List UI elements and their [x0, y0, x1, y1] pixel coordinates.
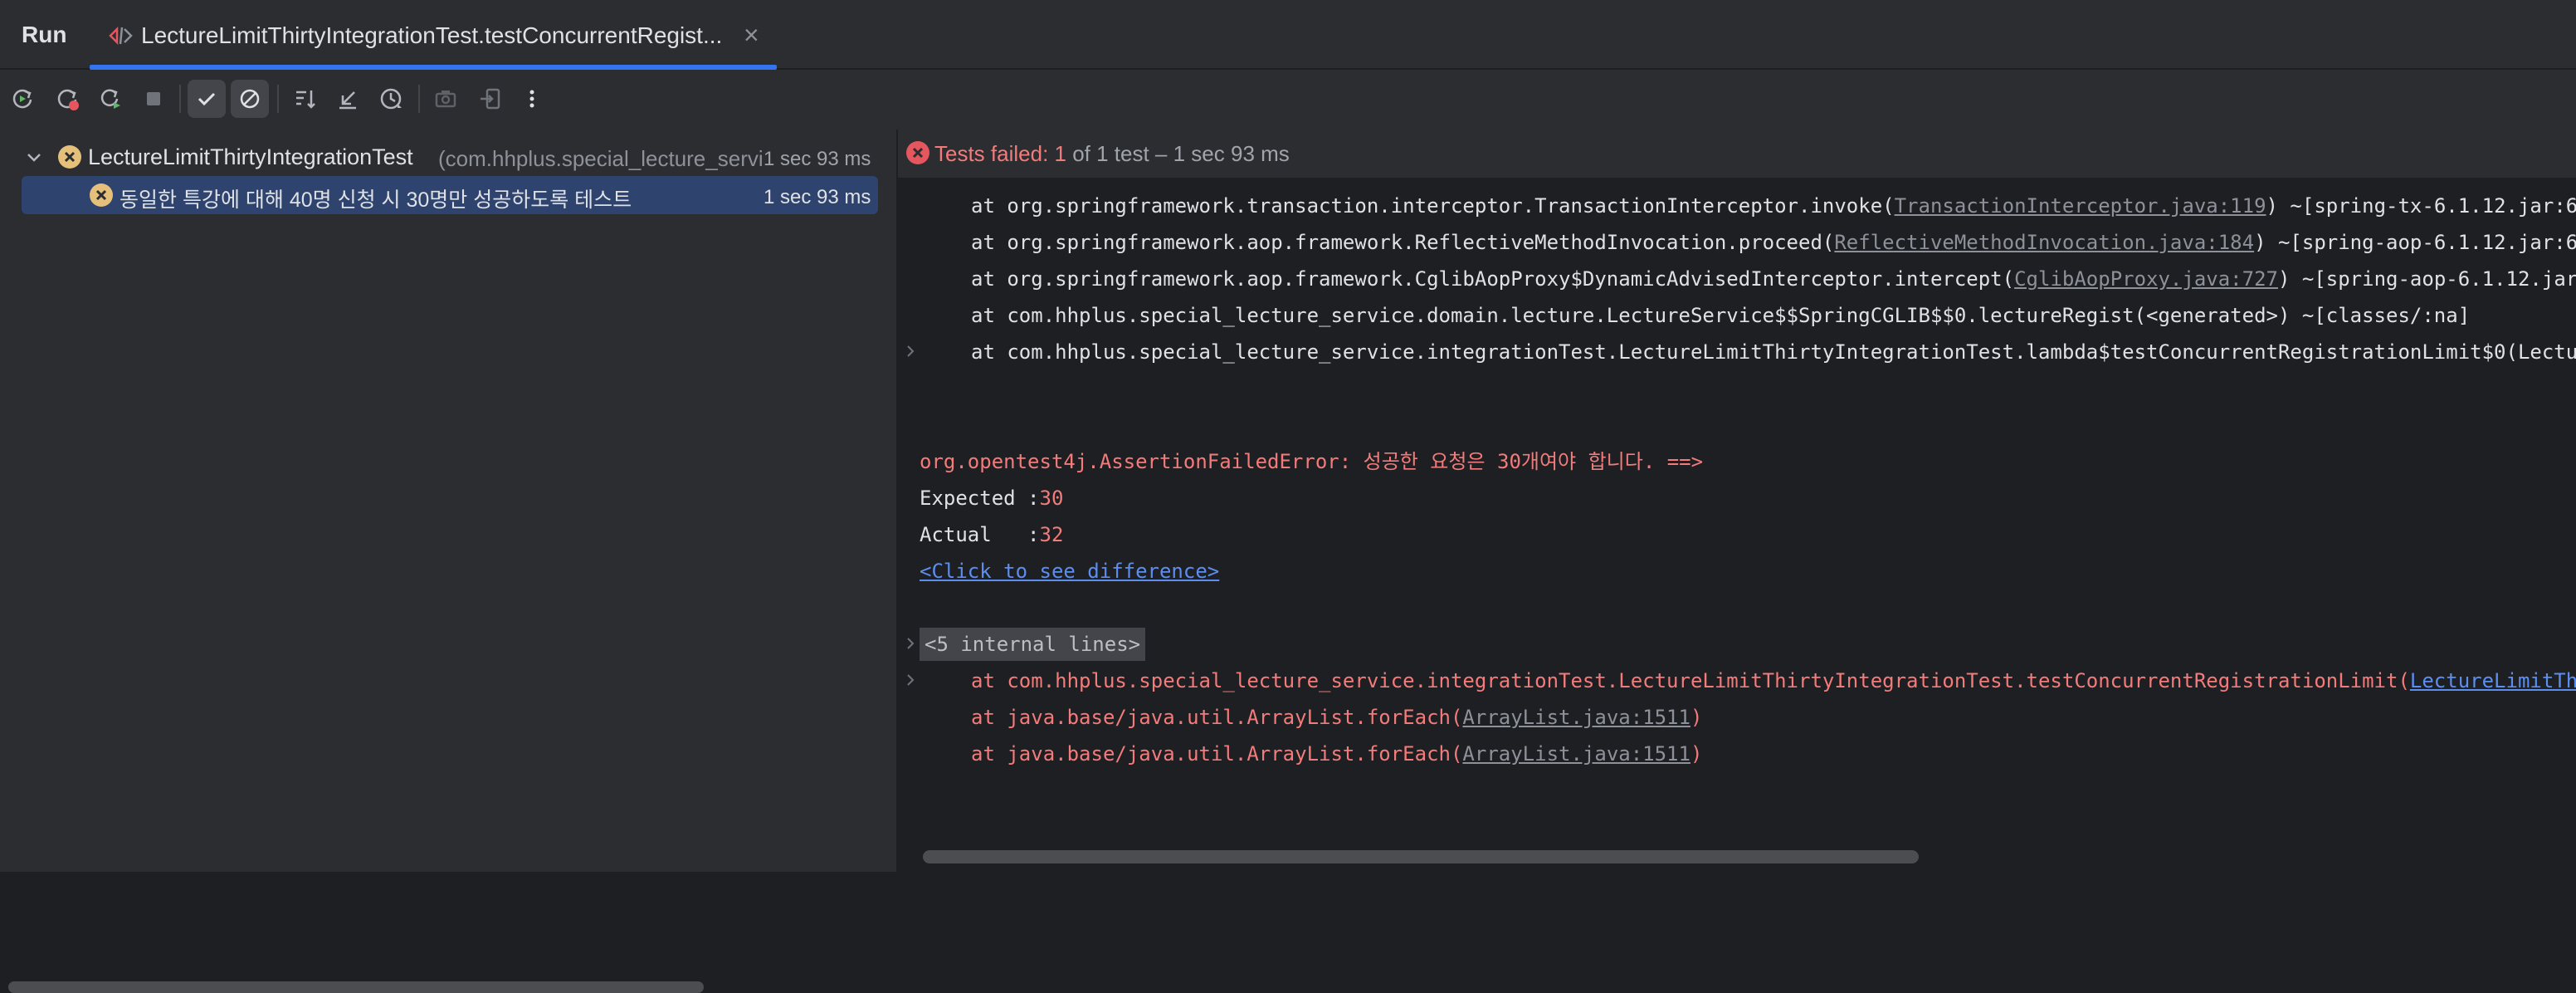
source-link[interactable]: ReflectiveMethodInvocation.java:184 [1834, 231, 2254, 254]
tab-bar: Run LectureLimitThirtyIntegrationTest.te… [0, 0, 2576, 70]
more-options-icon[interactable] [513, 80, 551, 118]
collapse-all-icon[interactable] [329, 80, 367, 118]
console-panel: Tests failed: 1 of 1 test – 1 sec 93 ms … [898, 130, 2576, 872]
source-link[interactable]: ArrayList.java:1511 [1462, 742, 1690, 766]
test-status-bar: Tests failed: 1 of 1 test – 1 sec 93 ms [898, 130, 2576, 178]
test-run-icon [109, 26, 133, 46]
error-icon [906, 141, 929, 164]
console-output[interactable]: at org.springframework.transaction.inter… [898, 178, 2576, 872]
tree-node-test-method[interactable]: 동일한 특강에 대해 40명 신청 시 30명만 성공하도록 테스트 1 sec… [22, 176, 878, 214]
horizontal-scrollbar[interactable] [8, 981, 704, 993]
tab-test-run[interactable]: LectureLimitThirtyIntegrationTest.testCo… [90, 0, 777, 70]
horizontal-scrollbar[interactable] [923, 850, 1919, 863]
test-class-package: (com.hhplus.special_lecture_service.inte… [438, 146, 762, 171]
run-toolbar [0, 70, 2576, 130]
show-ignored-icon[interactable] [231, 80, 269, 118]
stop-icon[interactable] [134, 80, 173, 118]
source-link[interactable]: LectureLimitThirtyIntegrationTest.java:7… [2410, 669, 2576, 692]
chevron-down-icon[interactable] [25, 148, 43, 166]
tab-title: LectureLimitThirtyIntegrationTest.testCo… [141, 22, 723, 48]
sort-icon[interactable] [285, 80, 324, 118]
chevron-right-icon[interactable] [903, 673, 918, 687]
test-class-duration: 1 sec 93 ms [764, 148, 871, 170]
source-link[interactable]: CglibAopProxy.java:727 [2014, 267, 2278, 291]
rerun-icon[interactable] [3, 80, 41, 118]
rerun-failed-icon[interactable] [48, 80, 86, 118]
toolbar-separator [179, 85, 181, 113]
test-tree-panel: LectureLimitThirtyIntegrationTest (com.h… [0, 130, 896, 993]
toolbar-separator [277, 85, 279, 113]
toggle-auto-test-icon[interactable] [91, 80, 129, 118]
tree-node-test-class[interactable]: LectureLimitThirtyIntegrationTest (com.h… [0, 138, 885, 176]
tests-summary: of 1 test – 1 sec 93 ms [1066, 141, 1290, 166]
test-method-duration: 1 sec 93 ms [764, 186, 871, 208]
test-failed-icon [58, 145, 81, 169]
chevron-right-icon[interactable] [903, 636, 918, 651]
test-status-text: Tests failed: 1 of 1 test – 1 sec 93 ms [934, 141, 1290, 167]
export-icon[interactable] [471, 80, 510, 118]
click-to-see-difference-link[interactable]: <Click to see difference> [920, 553, 1219, 589]
test-method-name: 동일한 특강에 대해 40명 신청 시 30명만 성공하도록 테스트 [120, 188, 632, 212]
tests-failed-label: Tests failed: 1 [934, 141, 1066, 166]
test-failed-icon [90, 183, 113, 207]
chevron-right-icon[interactable] [903, 344, 918, 359]
history-icon[interactable] [372, 80, 410, 118]
internal-lines-fold[interactable]: <5 internal lines> [920, 628, 1146, 661]
test-class-name: LectureLimitThirtyIntegrationTest [88, 144, 413, 169]
close-icon[interactable]: × [744, 20, 759, 51]
expected-value: 30 [1039, 487, 1064, 510]
actual-value: 32 [1039, 523, 1064, 546]
screenshot-icon[interactable] [427, 80, 465, 118]
run-tool-window-title: Run [22, 22, 67, 47]
toolbar-separator [418, 85, 420, 113]
source-link[interactable]: ArrayList.java:1511 [1462, 706, 1690, 729]
source-link[interactable]: TransactionInterceptor.java:119 [1895, 194, 2266, 218]
show-passed-icon[interactable] [188, 80, 226, 118]
